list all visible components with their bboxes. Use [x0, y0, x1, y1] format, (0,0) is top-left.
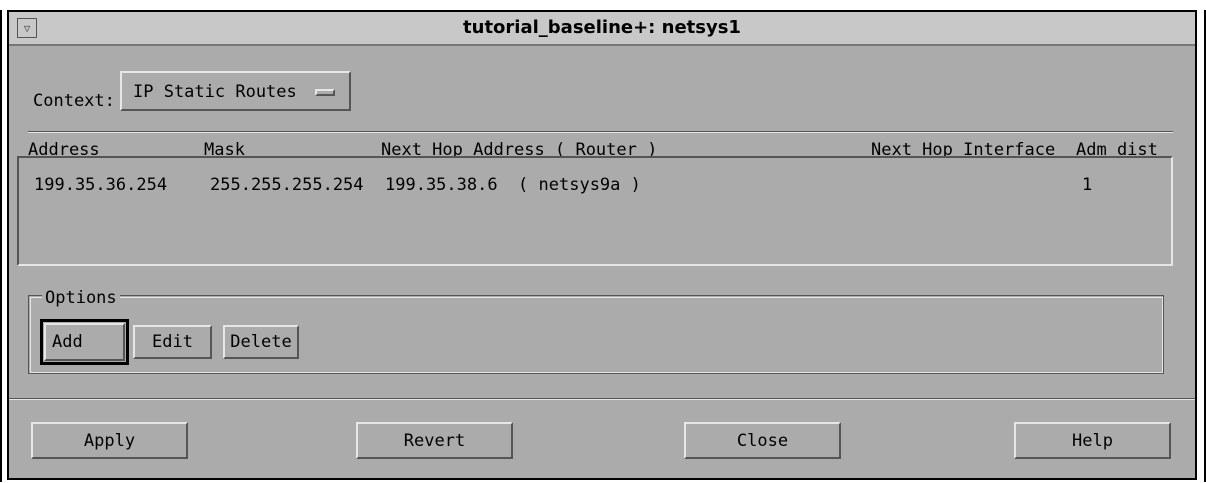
context-label: Context: [33, 91, 115, 111]
routes-list[interactable] [17, 156, 1173, 266]
edit-button[interactable]: Edit [133, 325, 212, 359]
help-button[interactable]: Help [1014, 422, 1171, 459]
row-address: 199.35.36.254 [34, 175, 168, 195]
title-bar[interactable]: ▽ tutorial_baseline+: netsys1 [9, 12, 1195, 46]
header-separator [28, 131, 1173, 133]
add-button[interactable]: Add [44, 323, 125, 361]
row-mask: 255.255.255.254 [210, 175, 364, 195]
delete-button[interactable]: Delete [223, 325, 299, 359]
window-left-edge [0, 10, 7, 482]
apply-button[interactable]: Apply [31, 422, 188, 459]
context-option-menu[interactable]: IP Static Routes [120, 71, 351, 111]
row-next-hop: 199.35.38.6 ( netsys9a ) [385, 175, 641, 195]
context-selected-value: IP Static Routes [133, 82, 297, 102]
window-title: tutorial_baseline+: netsys1 [463, 17, 741, 38]
revert-button[interactable]: Revert [356, 422, 513, 459]
options-legend: Options [42, 288, 120, 308]
option-menu-indicator-icon [315, 89, 335, 96]
row-adm-dist: 1 [1082, 175, 1093, 195]
window-right-edge [1197, 10, 1206, 482]
footer-separator [9, 398, 1195, 400]
close-button[interactable]: Close [684, 422, 841, 459]
